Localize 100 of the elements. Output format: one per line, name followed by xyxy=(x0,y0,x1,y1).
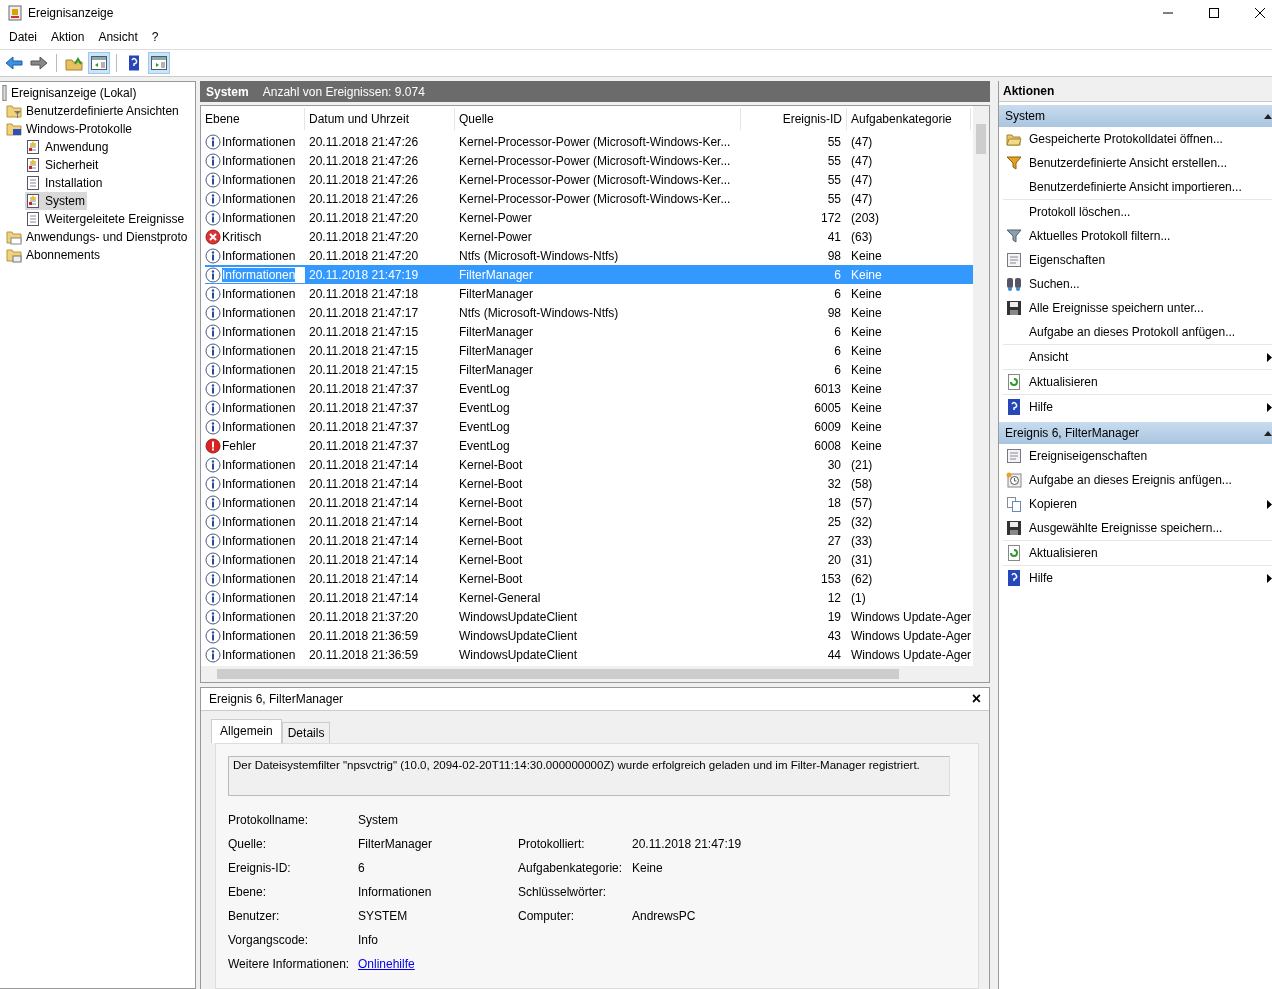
tree-item[interactable]: Windows-Protokolle xyxy=(6,120,135,138)
info-icon xyxy=(205,247,221,264)
action-item[interactable]: Protokoll löschen... xyxy=(1029,205,1131,219)
document-icon xyxy=(25,175,41,191)
column-header[interactable]: Ebene xyxy=(205,108,305,130)
event-row[interactable]: Informationen 20.11.2018 21:47:26 Kernel-Processor-Power (Microsoft-Windows-Ker... 55 (47) xyxy=(205,151,973,170)
source-cell-text: FilterManager xyxy=(458,343,535,358)
event-row[interactable]: Fehler 20.11.2018 21:47:37 EventLog 6008 Keine xyxy=(205,436,973,455)
event-row[interactable]: Kritisch 20.11.2018 21:47:20 Kernel-Power 41 (63) xyxy=(205,227,973,246)
action-item[interactable]: Hilfe xyxy=(1029,571,1053,585)
collapse-icon[interactable] xyxy=(1264,113,1272,119)
menu-item[interactable]: Datei xyxy=(2,28,44,46)
tree-item[interactable]: Benutzerdefinierte Ansichten xyxy=(6,102,181,120)
close-icon[interactable] xyxy=(1254,6,1266,19)
log-icon xyxy=(25,193,41,209)
action-item[interactable]: Aktualisieren xyxy=(1029,375,1098,389)
event-row[interactable]: Informationen 20.11.2018 21:37:20 WindowsUpdateClient 19 Windows Update-Ager xyxy=(205,607,973,626)
section-header[interactable]: System xyxy=(999,105,1272,127)
field-label: Aufgabenkategorie: xyxy=(518,861,624,875)
column-header[interactable]: Datum und Uhrzeit xyxy=(305,108,455,130)
event-row[interactable]: Informationen 20.11.2018 21:47:18 FilterManager 6 Keine xyxy=(205,284,973,303)
event-row[interactable]: Informationen 20.11.2018 21:47:14 Kernel-Boot 25 (32) xyxy=(205,512,973,531)
tree-item[interactable]: Weitergeleitete Ereignisse xyxy=(25,210,187,228)
event-row[interactable]: Informationen 20.11.2018 21:47:14 Kernel-Boot 153 (62) xyxy=(205,569,973,588)
action-item[interactable]: Alle Ereignisse speichern unter... xyxy=(1029,301,1204,315)
event-row[interactable]: Informationen 20.11.2018 21:47:15 FilterManager 6 Keine xyxy=(205,322,973,341)
action-item[interactable]: Benutzerdefinierte Ansicht importieren... xyxy=(1029,180,1242,194)
field-label: Protokollname: xyxy=(228,813,310,827)
level-text: Informationen xyxy=(222,248,296,263)
source-cell-text: Kernel-Boot xyxy=(458,571,524,586)
column-header[interactable]: Quelle xyxy=(455,108,741,130)
action-item[interactable]: Aufgabe an dieses Ereignis anfügen... xyxy=(1029,473,1232,487)
level-text: Informationen xyxy=(222,191,296,206)
event-row[interactable]: Informationen 20.11.2018 21:47:20 Kernel-Power 172 (203) xyxy=(205,208,973,227)
horizontal-scrollbar[interactable] xyxy=(201,666,989,682)
event-row[interactable]: Informationen 20.11.2018 21:47:37 EventLog 6013 Keine xyxy=(205,379,973,398)
tree-item[interactable]: Ereignisanzeige (Lokal) xyxy=(2,84,139,102)
event-row[interactable]: Informationen 20.11.2018 21:47:15 FilterManager 6 Keine xyxy=(205,360,973,379)
tree-item[interactable]: Installation xyxy=(25,174,105,192)
maximize-icon[interactable] xyxy=(1208,6,1220,19)
action-item[interactable]: Kopieren xyxy=(1029,497,1078,511)
action-item[interactable]: Aktuelles Protokoll filtern... xyxy=(1029,229,1171,243)
event-row[interactable]: Informationen 20.11.2018 21:47:37 EventLog 6009 Keine xyxy=(205,417,973,436)
event-row[interactable]: Informationen 20.11.2018 21:47:17 Ntfs (Microsoft-Windows-Ntfs) 98 Keine xyxy=(205,303,973,322)
pane-toggle-button[interactable] xyxy=(88,52,110,74)
action-item[interactable]: Benutzerdefinierte Ansicht erstellen... xyxy=(1029,156,1228,170)
event-row[interactable]: Informationen 20.11.2018 21:47:14 Kernel-General 12 (1) xyxy=(205,588,973,607)
event-row[interactable]: Informationen 20.11.2018 21:47:14 Kernel-Boot 20 (31) xyxy=(205,550,973,569)
source-cell-text: Kernel-Power xyxy=(458,210,533,225)
event-row[interactable]: Informationen 20.11.2018 21:47:14 Kernel-Boot 27 (33) xyxy=(205,531,973,550)
event-row[interactable]: Informationen 20.11.2018 21:47:26 Kernel-Processor-Power (Microsoft-Windows-Ker... 55 (47) xyxy=(205,170,973,189)
column-header[interactable]: Aufgabenkategorie xyxy=(847,108,971,130)
level-text: Informationen xyxy=(222,134,296,149)
pane-toggle-button[interactable] xyxy=(148,52,170,74)
forward-arrow-icon xyxy=(30,55,48,71)
event-row[interactable]: Informationen 20.11.2018 21:47:26 Kernel-Processor-Power (Microsoft-Windows-Ker... 55 (47) xyxy=(205,132,973,151)
tab[interactable]: Details xyxy=(281,722,331,743)
tree-item[interactable]: Anwendung xyxy=(25,138,111,156)
event-row[interactable]: Informationen 20.11.2018 21:47:14 Kernel-Boot 30 (21) xyxy=(205,455,973,474)
level-text: Informationen xyxy=(222,628,296,643)
info-icon xyxy=(205,418,221,435)
log-icon xyxy=(25,139,41,155)
event-row[interactable]: Informationen 20.11.2018 21:47:37 EventLog 6005 Keine xyxy=(205,398,973,417)
source-cell-text: EventLog xyxy=(458,438,511,453)
level-text: Informationen xyxy=(222,286,296,301)
tree-item[interactable]: System xyxy=(25,192,87,210)
action-item[interactable]: Ausgewählte Ereignisse speichern... xyxy=(1029,521,1223,535)
menu-item[interactable]: Aktion xyxy=(44,28,92,46)
menu-item[interactable]: ? xyxy=(144,28,166,46)
menu-item[interactable]: Ansicht xyxy=(91,28,145,46)
action-item[interactable]: Suchen... xyxy=(1029,277,1080,291)
event-row[interactable]: Informationen 20.11.2018 21:47:20 Ntfs (Microsoft-Windows-Ntfs) 98 Keine xyxy=(205,246,973,265)
tree-item[interactable]: Sicherheit xyxy=(25,156,101,174)
level-text: Informationen xyxy=(222,609,296,624)
source-cell-text: FilterManager xyxy=(458,267,535,282)
action-item[interactable]: Hilfe xyxy=(1029,400,1053,414)
field-label: Ereignis-ID: xyxy=(228,861,292,875)
action-item[interactable]: Gespeicherte Protokolldatei öffnen... xyxy=(1029,132,1223,146)
tree-item[interactable]: Abonnements xyxy=(6,246,103,264)
event-row[interactable]: Informationen 20.11.2018 21:47:15 FilterManager 6 Keine xyxy=(205,341,973,360)
event-row[interactable]: Informationen 20.11.2018 21:36:59 WindowsUpdateClient 43 Windows Update-Ager xyxy=(205,626,973,645)
event-row[interactable]: Informationen 20.11.2018 21:36:59 WindowsUpdateClient 44 Windows Update-Ager xyxy=(205,645,973,664)
action-item[interactable]: Ereigniseigenschaften xyxy=(1029,449,1148,463)
tab[interactable]: Allgemein xyxy=(211,719,282,743)
help-link[interactable]: Onlinehilfe xyxy=(358,957,518,971)
event-row[interactable]: Informationen 20.11.2018 21:47:14 Kernel-Boot 18 (57) xyxy=(205,493,973,512)
column-header[interactable]: Ereignis-ID xyxy=(741,108,847,130)
event-row[interactable]: Informationen 20.11.2018 21:47:14 Kernel-Boot 32 (58) xyxy=(205,474,973,493)
action-item[interactable]: Eigenschaften xyxy=(1029,253,1106,267)
close-button[interactable]: × xyxy=(971,690,981,708)
refresh-icon xyxy=(1006,374,1022,390)
action-item[interactable]: Aufgabe an dieses Protokoll anfügen... xyxy=(1029,325,1236,339)
collapse-icon[interactable] xyxy=(1264,430,1272,436)
tree-item[interactable]: Anwendungs- und Dienstproto xyxy=(6,228,190,246)
clock-icon xyxy=(1006,472,1022,488)
vertical-scrollbar[interactable] xyxy=(973,106,989,666)
event-row[interactable]: Informationen 20.11.2018 21:47:26 Kernel-Processor-Power (Microsoft-Windows-Ker... 55 (47) xyxy=(205,189,973,208)
action-item[interactable]: Ansicht xyxy=(1029,350,1069,364)
action-item[interactable]: Aktualisieren xyxy=(1029,546,1098,560)
section-header[interactable]: Ereignis 6, FilterManager xyxy=(999,422,1272,444)
